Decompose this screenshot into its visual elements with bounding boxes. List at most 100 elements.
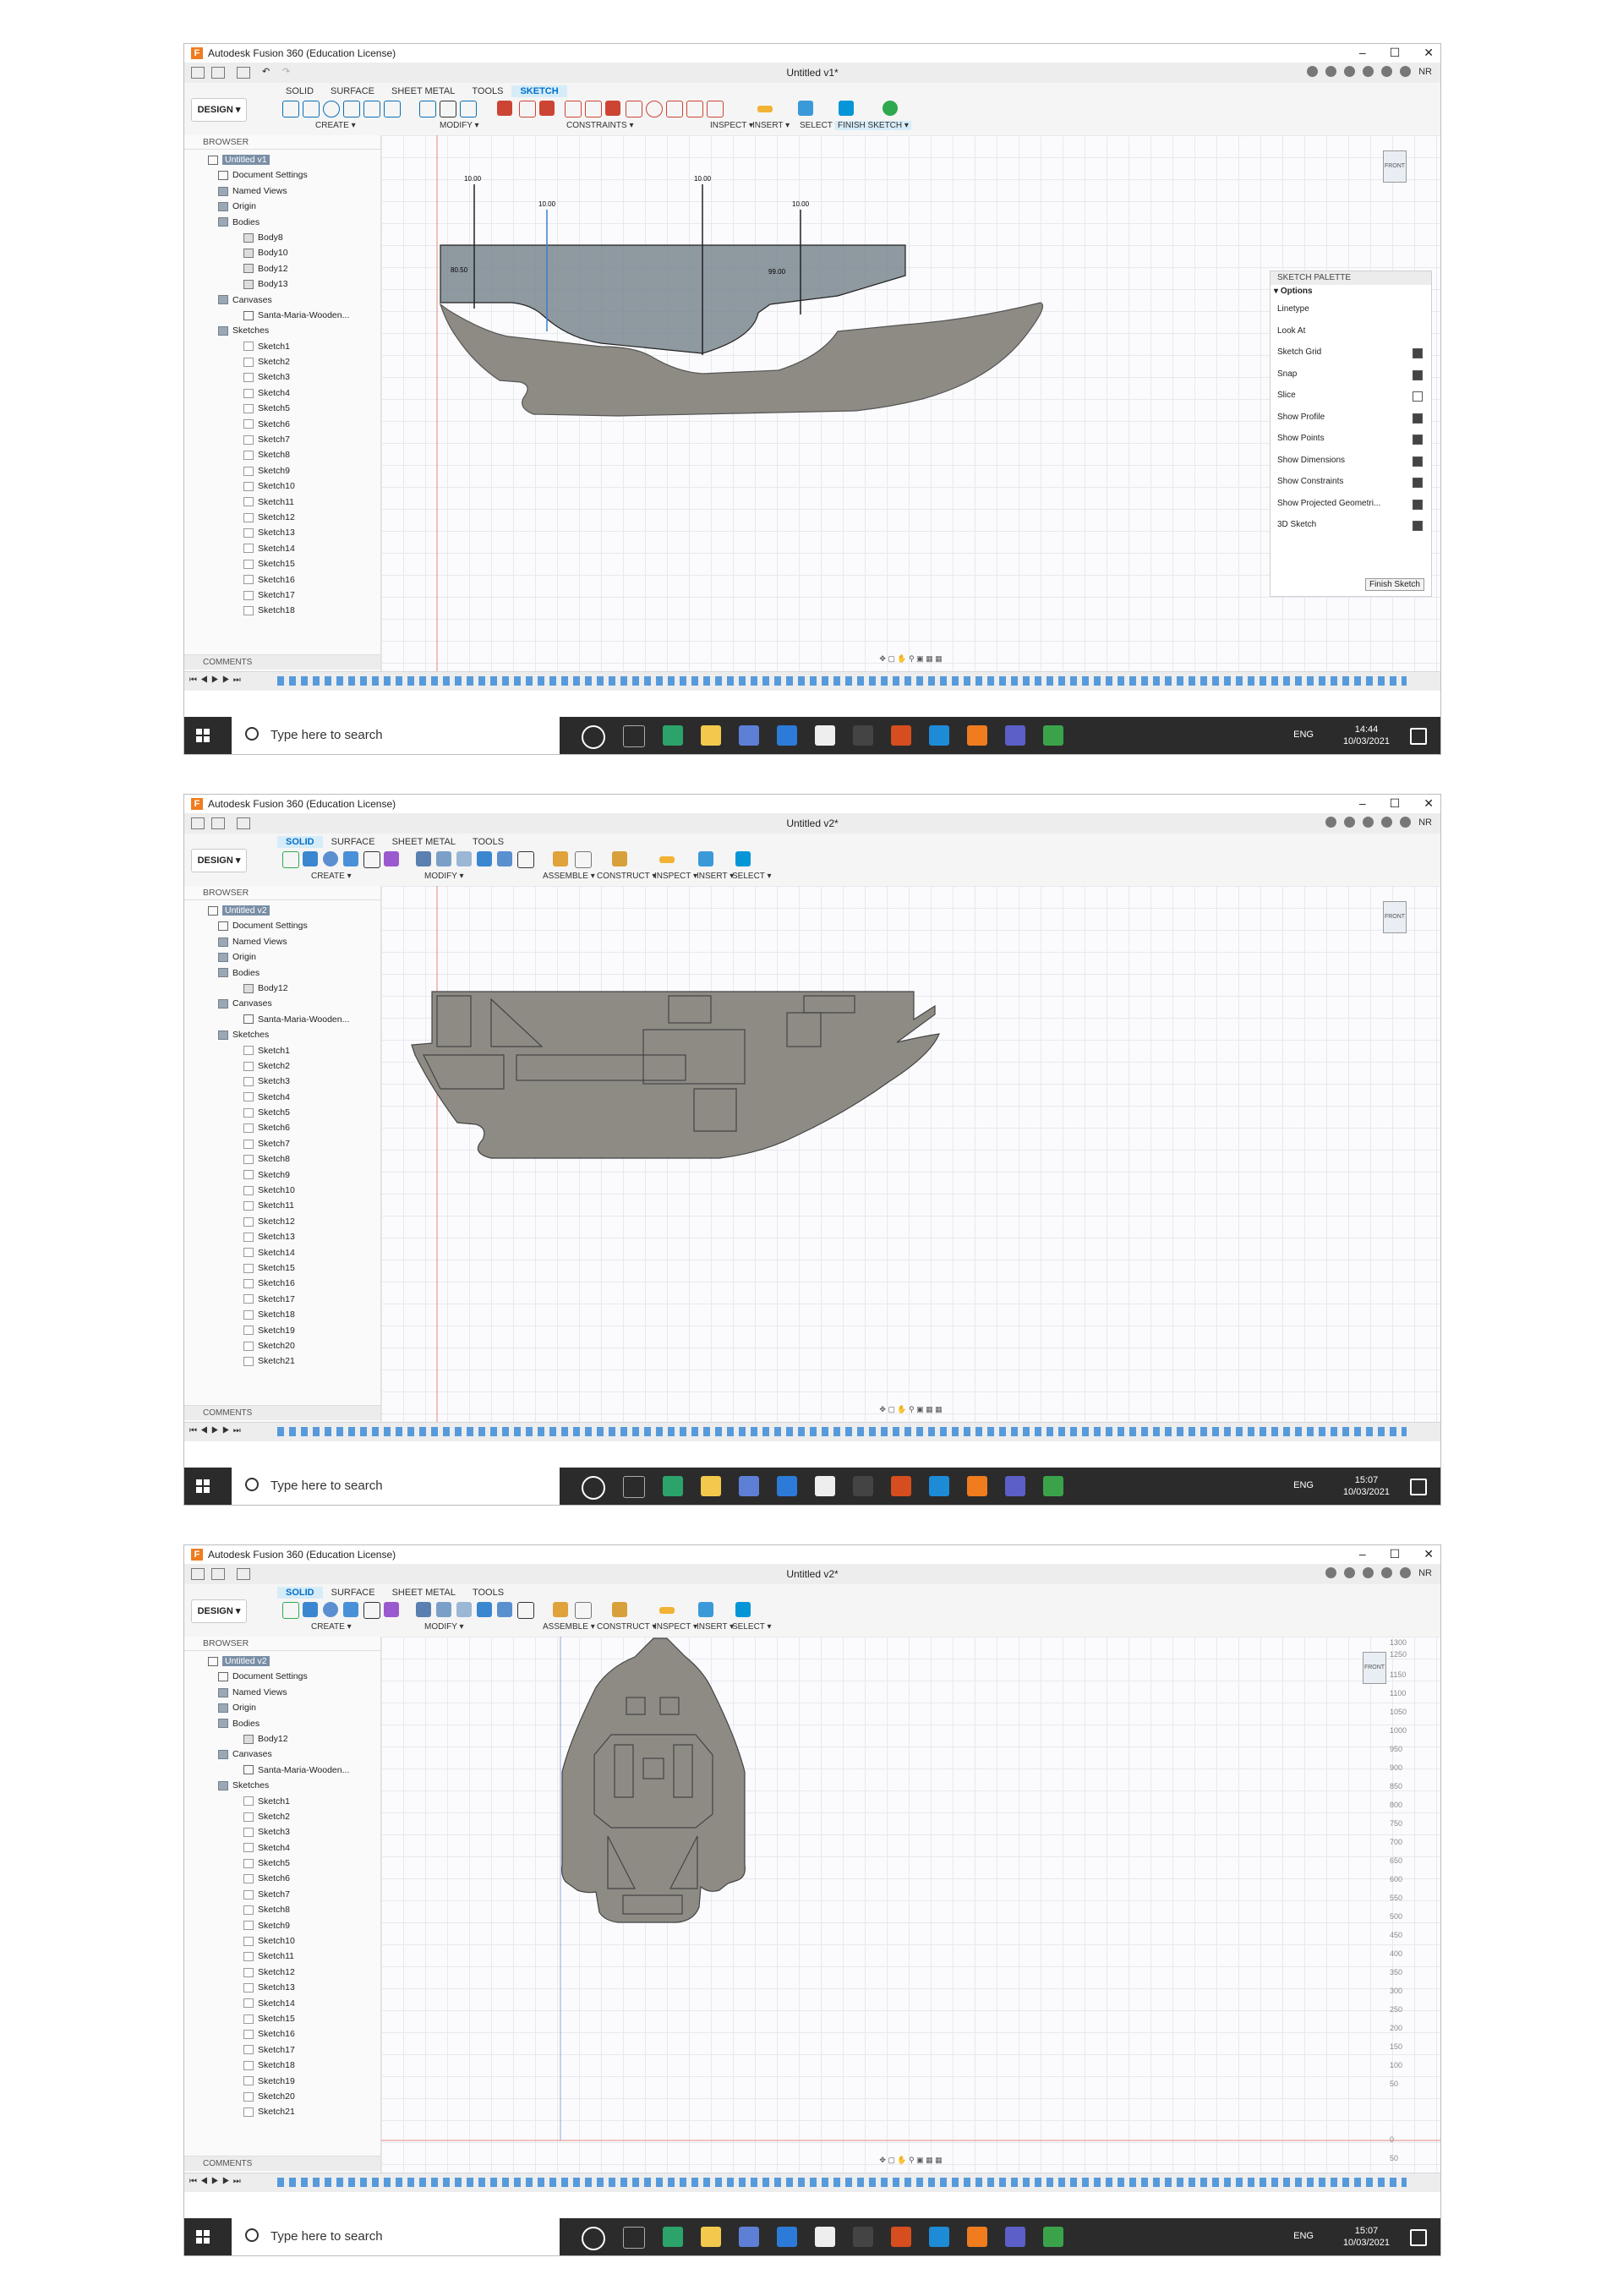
timeline-features[interactable] [277, 2178, 1407, 2187]
fillet-tool-icon[interactable] [419, 101, 436, 118]
language-indicator[interactable]: ENG [1293, 2231, 1314, 2241]
account-initials[interactable]: NR [1418, 1568, 1432, 1578]
fusion-taskbar-icon[interactable] [967, 1476, 987, 1496]
teams-icon[interactable] [1005, 2227, 1025, 2247]
palette-option[interactable]: Snap [1271, 364, 1431, 385]
minimize-button[interactable]: – [1359, 46, 1366, 60]
tree-item[interactable]: Santa-Maria-Wooden... [189, 1012, 380, 1027]
tab-tools[interactable]: TOOLS [464, 1587, 512, 1599]
tree-root[interactable]: Untitled v1 [189, 152, 380, 167]
tree-item[interactable]: Sketch17 [189, 2042, 380, 2058]
notifications-icon[interactable] [1410, 728, 1427, 745]
cc-icon[interactable] [929, 725, 949, 746]
tree-root[interactable]: Untitled v2 [189, 1654, 380, 1669]
tree-item[interactable]: Sketch8 [189, 1151, 380, 1167]
dimension-label[interactable]: 10.00 [694, 175, 712, 183]
edge-icon[interactable] [663, 1476, 683, 1496]
tree-item[interactable]: Sketch4 [189, 385, 380, 401]
tree-item[interactable]: Sketch18 [189, 603, 380, 618]
tree-item[interactable]: Sketch8 [189, 1902, 380, 1917]
tree-item[interactable]: Sketch4 [189, 1090, 380, 1105]
tab-surface[interactable]: SURFACE [323, 1587, 384, 1599]
combine-icon[interactable] [497, 851, 512, 866]
insert-menu[interactable]: INSERT ▾ [752, 121, 790, 130]
finish-sketch-palette-button[interactable]: Finish Sketch [1364, 578, 1424, 591]
navigation-bar[interactable]: ✥ ▢ ✋ ⚲ ▣ ▦ ▦ [844, 654, 979, 666]
file-explorer-icon[interactable] [701, 2227, 721, 2247]
insert-image-icon[interactable] [698, 851, 713, 866]
cortana-icon[interactable] [582, 2227, 605, 2250]
checkbox[interactable] [1413, 456, 1423, 467]
measure-icon[interactable] [659, 1607, 675, 1614]
inspect-menu[interactable]: INSPECT ▾ [654, 1622, 697, 1632]
mail-icon[interactable] [777, 725, 797, 746]
perpendicular-constraint-icon[interactable] [585, 101, 602, 118]
tree-item[interactable]: Sketch20 [189, 1338, 380, 1353]
clock[interactable]: 15:07 10/03/2021 [1343, 1474, 1390, 1498]
checkbox[interactable] [1413, 348, 1423, 358]
office-icon[interactable] [891, 2227, 911, 2247]
tree-root[interactable]: Untitled v2 [189, 903, 380, 918]
tree-item[interactable]: Body8 [189, 230, 380, 245]
tree-item[interactable]: Sketch9 [189, 1167, 380, 1183]
tree-item[interactable]: Sketch13 [189, 525, 380, 540]
tree-item[interactable]: Sketch17 [189, 1292, 380, 1307]
navigation-bar[interactable]: ✥ ▢ ✋ ⚲ ▣ ▦ ▦ [844, 2156, 979, 2168]
tab-sketch[interactable]: SKETCH [511, 85, 567, 97]
insert-image-icon[interactable] [798, 101, 813, 116]
select-arrow-icon[interactable] [735, 1602, 751, 1617]
comments-panel[interactable]: COMMENTS [184, 654, 380, 670]
tab-solid[interactable]: SOLID [277, 836, 323, 848]
tree-item[interactable]: Sketch11 [189, 495, 380, 510]
tree-item[interactable]: Canvases [189, 996, 380, 1011]
create-menu[interactable]: CREATE ▾ [311, 872, 352, 881]
checkbox[interactable] [1413, 391, 1423, 402]
add-tab-icon[interactable] [1307, 66, 1319, 77]
as-built-joint-icon[interactable] [575, 851, 592, 868]
tree-item[interactable]: Sketch14 [189, 541, 380, 556]
office-icon[interactable] [891, 1476, 911, 1496]
select-menu[interactable]: SELECT ▾ [732, 1622, 772, 1632]
workspace-switcher[interactable]: DESIGN ▾ [191, 849, 247, 872]
tab-surface[interactable]: SURFACE [322, 85, 383, 97]
fix-constraint-icon[interactable] [605, 101, 620, 116]
move-copy-icon[interactable] [517, 1602, 534, 1619]
finish-sketch-check-icon[interactable] [883, 101, 898, 116]
extensions-icon[interactable] [1344, 817, 1356, 828]
help-icon[interactable] [1400, 1567, 1412, 1578]
sketch-canvas[interactable]: 10.00 10.00 10.00 10.00 80.50 99.00 FRON… [381, 135, 1440, 671]
tree-item[interactable]: Body10 [189, 245, 380, 260]
finish-sketch-button[interactable]: FINISH SKETCH ▾ [835, 121, 911, 130]
cortana-icon[interactable] [582, 725, 605, 749]
offset-tool-icon[interactable] [460, 101, 477, 118]
help-icon[interactable] [1400, 66, 1412, 77]
chamfer-icon[interactable] [456, 1602, 472, 1617]
task-view-icon[interactable] [623, 2227, 645, 2249]
dimension-label[interactable]: 10.00 [464, 175, 482, 183]
new-joint-icon[interactable] [553, 1602, 568, 1617]
tree-item[interactable]: Sketch12 [189, 1214, 380, 1229]
tree-item[interactable]: Sketch14 [189, 1996, 380, 2011]
palette-option[interactable]: Show Profile [1271, 407, 1431, 429]
checkbox[interactable] [1413, 435, 1423, 445]
timeline-controls[interactable]: ⏮◀▶▶⏭ [189, 675, 244, 685]
tree-item[interactable]: Sketches [189, 1778, 380, 1793]
new-component-icon[interactable] [384, 1602, 399, 1617]
taskbar-search[interactable]: Type here to search [232, 2218, 560, 2255]
checkbox[interactable] [1413, 369, 1423, 380]
cc-icon[interactable] [929, 1476, 949, 1496]
tree-item[interactable]: Sketch21 [189, 1353, 380, 1369]
design-canvas[interactable]: FRONT ✥ ▢ ✋ ⚲ ▣ ▦ ▦ [381, 886, 1440, 1422]
tree-item[interactable]: Origin [189, 199, 380, 214]
tree-item[interactable]: Sketch15 [189, 556, 380, 571]
tree-item[interactable]: Body12 [189, 261, 380, 276]
tree-item[interactable]: Named Views [189, 934, 380, 949]
palette-section[interactable]: ▾ Options [1271, 285, 1431, 298]
viewcube[interactable]: FRONT [1363, 1652, 1386, 1684]
constraints-menu[interactable]: CONSTRAINTS ▾ [566, 121, 633, 130]
tree-item[interactable]: Sketch7 [189, 432, 380, 447]
teams-icon[interactable] [1005, 725, 1025, 746]
tree-item[interactable]: Sketch1 [189, 1043, 380, 1058]
tree-item[interactable]: Sketch1 [189, 1794, 380, 1809]
offset-plane-icon[interactable] [612, 1602, 627, 1617]
